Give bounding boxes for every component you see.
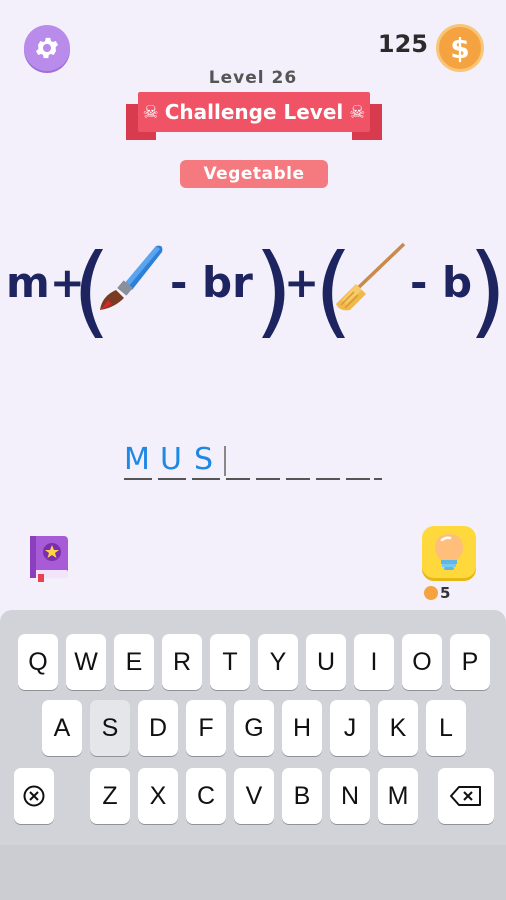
key-f[interactable]: F xyxy=(186,700,226,756)
key-g[interactable]: G xyxy=(234,700,274,756)
key-c[interactable]: C xyxy=(186,768,226,824)
answer-letter: U xyxy=(160,442,182,477)
key-l[interactable]: L xyxy=(426,700,466,756)
key-x[interactable]: X xyxy=(138,768,178,824)
key-d[interactable]: D xyxy=(138,700,178,756)
broom-icon xyxy=(336,242,406,311)
key-p[interactable]: P xyxy=(450,634,490,690)
hint-count-value: 5 xyxy=(440,584,451,602)
term1-subtract: - br xyxy=(170,258,253,307)
key-y[interactable]: Y xyxy=(258,634,298,690)
key-q[interactable]: Q xyxy=(18,634,58,690)
book-icon[interactable] xyxy=(26,534,70,582)
close-paren: ) xyxy=(468,232,506,349)
answer-slot xyxy=(192,478,220,480)
hint-button[interactable] xyxy=(422,526,476,578)
key-j[interactable]: J xyxy=(330,700,370,756)
level-label: Level 26 xyxy=(208,68,298,88)
settings-button[interactable] xyxy=(24,25,70,71)
challenge-ribbon: ☠ Challenge Level ☠ xyxy=(138,92,370,132)
key-m[interactable]: M xyxy=(378,768,418,824)
coin-symbol: $ xyxy=(450,31,470,65)
key-k[interactable]: K xyxy=(378,700,418,756)
key-e[interactable]: E xyxy=(114,634,154,690)
skull-icon: ☠ xyxy=(142,101,159,123)
key-n[interactable]: N xyxy=(330,768,370,824)
coin-count: 125 xyxy=(377,30,428,58)
clear-button[interactable] xyxy=(14,768,54,824)
key-a[interactable]: A xyxy=(42,700,82,756)
lightbulb-icon xyxy=(435,534,463,570)
gear-icon xyxy=(35,37,59,59)
key-s[interactable]: S xyxy=(90,700,130,756)
skull-icon: ☠ xyxy=(349,101,366,123)
key-h[interactable]: H xyxy=(282,700,322,756)
answer-slot xyxy=(226,478,250,480)
answer-slot xyxy=(374,478,382,480)
answer-letter: S xyxy=(194,442,214,477)
category-badge: Vegetable xyxy=(180,160,328,188)
challenge-label: Challenge Level xyxy=(164,100,344,124)
clear-icon xyxy=(23,785,45,807)
text-cursor xyxy=(224,446,226,476)
answer-slot xyxy=(158,478,186,480)
answer-slot xyxy=(316,478,340,480)
term2-subtract: - b xyxy=(410,258,473,307)
coin-icon xyxy=(424,586,438,600)
key-r[interactable]: R xyxy=(162,634,202,690)
key-t[interactable]: T xyxy=(210,634,250,690)
backspace-button[interactable] xyxy=(438,768,494,824)
answer-slot xyxy=(256,478,280,480)
answer-slot xyxy=(124,478,152,480)
key-v[interactable]: V xyxy=(234,768,274,824)
coin-icon: $ xyxy=(436,24,484,72)
key-b[interactable]: B xyxy=(282,768,322,824)
backspace-icon xyxy=(450,786,481,806)
key-u[interactable]: U xyxy=(306,634,346,690)
key-w[interactable]: W xyxy=(66,634,106,690)
key-i[interactable]: I xyxy=(354,634,394,690)
key-z[interactable]: Z xyxy=(90,768,130,824)
answer-slot xyxy=(346,478,370,480)
answer-slot xyxy=(286,478,310,480)
hint-cost: 5 xyxy=(424,584,450,602)
paintbrush-icon xyxy=(100,245,163,310)
answer-letter: M xyxy=(124,442,150,477)
key-o[interactable]: O xyxy=(402,634,442,690)
keyboard-bottom-bar xyxy=(0,845,506,900)
